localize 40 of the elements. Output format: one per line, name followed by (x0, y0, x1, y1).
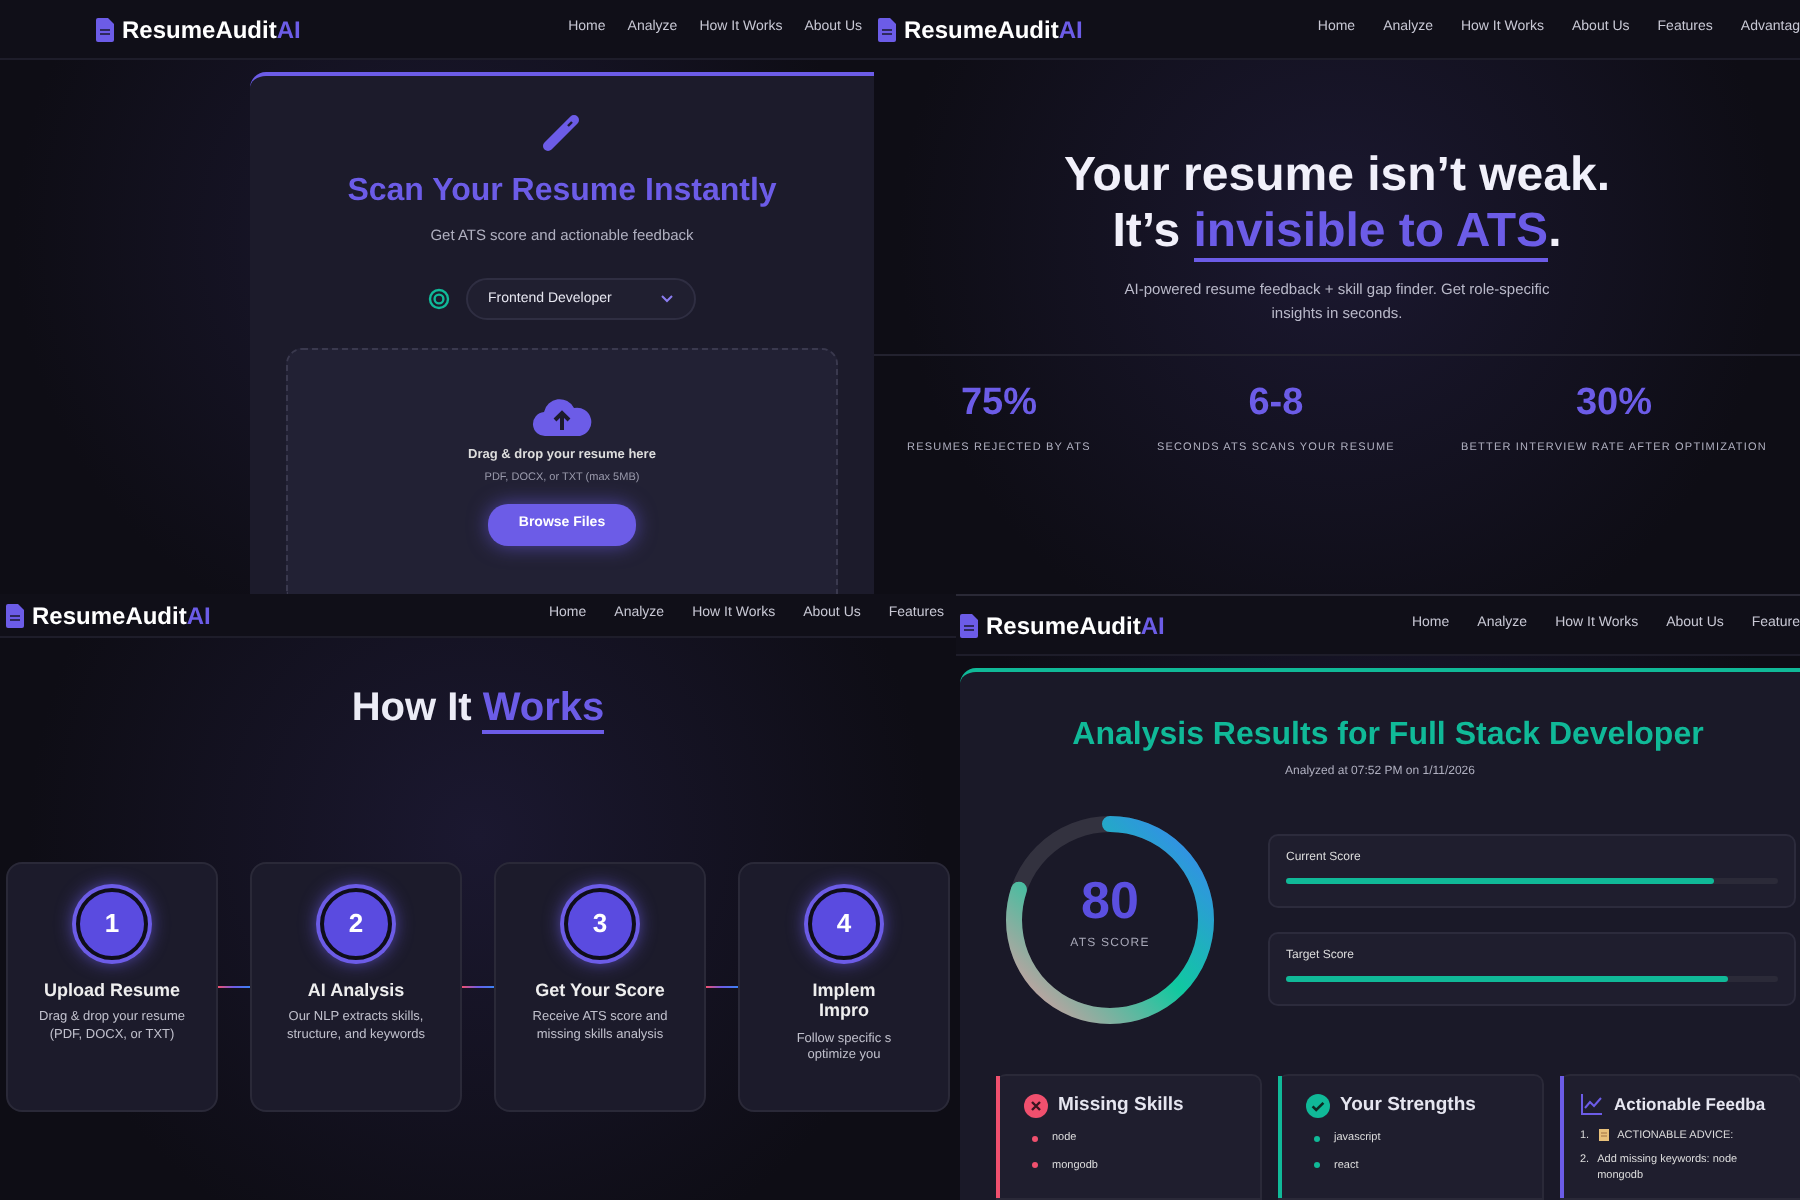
x-circle-icon (1024, 1094, 1048, 1119)
stat-value: 75% (958, 380, 1039, 429)
page-title: Scan Your Resume Instantly (347, 172, 777, 212)
step-title: Implem Impro (812, 980, 876, 1022)
stat-value: 30% (1573, 380, 1654, 429)
step-title: Upload Resume (43, 980, 180, 1001)
section-title: How It Works (349, 684, 607, 738)
step-number: 3 (564, 888, 636, 960)
bullet-icon (1314, 1135, 1320, 1142)
card-title: Missing Skills (1058, 1092, 1184, 1120)
bullet-icon (1314, 1162, 1320, 1169)
headline: Your resume isn’t weak. (1062, 148, 1612, 204)
step-title: AI Analysis (307, 980, 405, 1001)
step-number: 2 (320, 888, 392, 960)
connector-line (462, 986, 494, 988)
score-value: 80 (1079, 874, 1141, 926)
brand-logo[interactable]: ResumeAuditAI (122, 11, 301, 47)
card-title: Actionable Feedba (1614, 1092, 1766, 1118)
card-title: Your Strengths (1340, 1092, 1476, 1120)
headline: It’s invisible to ATS. (1110, 203, 1564, 259)
step-number: 1 (76, 888, 148, 960)
connector-line (706, 986, 738, 988)
target-icon (428, 288, 450, 311)
memo-icon (1597, 1127, 1610, 1142)
step-title: Get Your Score (535, 980, 665, 1001)
document-icon (6, 603, 24, 627)
bullet-icon (1032, 1135, 1038, 1142)
connector-line (218, 986, 250, 988)
brand-logo[interactable]: ResumeAuditAI (32, 597, 211, 633)
brand-logo[interactable]: ResumeAuditAI (986, 607, 1165, 643)
check-circle-icon (1306, 1094, 1330, 1119)
document-icon (96, 17, 114, 41)
brand-logo[interactable]: ResumeAuditAI (904, 11, 1083, 47)
results-title: Analysis Results for Full Stack Developer (1070, 716, 1706, 756)
chevron-down-icon (660, 294, 674, 305)
step-number: 4 (808, 888, 880, 960)
cloud-upload-icon (532, 394, 592, 439)
line-chart-icon (1580, 1092, 1604, 1117)
stat-value: 6-8 (1246, 380, 1306, 429)
bullet-icon (1032, 1162, 1038, 1169)
